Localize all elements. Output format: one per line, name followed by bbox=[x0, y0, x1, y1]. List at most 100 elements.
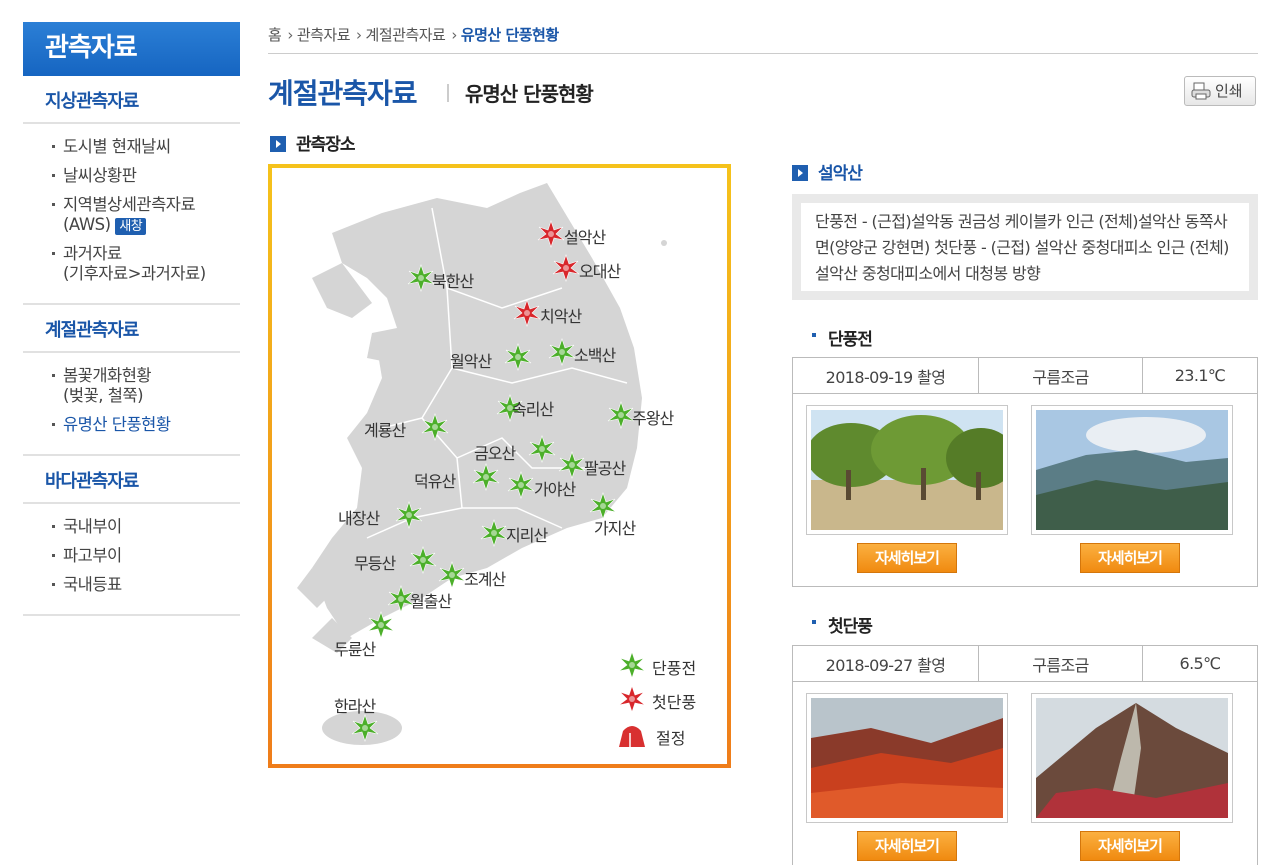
maple-leaf-green-icon[interactable] bbox=[527, 434, 557, 464]
mountain-label[interactable]: 한라산 bbox=[334, 693, 376, 717]
breadcrumb-observation[interactable]: 관측자료 bbox=[297, 26, 351, 44]
maple-leaf-green-icon[interactable] bbox=[547, 337, 577, 367]
sidebar-item-spring-label: 봄꽃개화현황 bbox=[63, 366, 152, 385]
mountain-label[interactable]: 가야산 bbox=[534, 476, 576, 500]
chevron-right-icon: › bbox=[287, 26, 293, 44]
photo-panel-pre-foliage: 자세히보기 자세히보기 bbox=[792, 394, 1258, 587]
sidebar-group-sea[interactable]: 바다관측자료 bbox=[23, 456, 240, 504]
sidebar-group-seasonal[interactable]: 계절관측자료 bbox=[23, 305, 240, 353]
sidebar-item-spring-sub: (벚꽃, 철쭉) bbox=[63, 386, 144, 405]
mountain-label[interactable]: 무등산 bbox=[354, 550, 396, 574]
maple-leaf-green-icon[interactable] bbox=[420, 412, 450, 442]
observation-location-heading: 관측장소 bbox=[270, 130, 356, 155]
chevron-right-icon: › bbox=[356, 26, 362, 44]
maple-leaf-red-icon bbox=[617, 684, 647, 714]
temperature: 23.1℃ bbox=[1142, 357, 1258, 394]
mountain-label[interactable]: 속리산 bbox=[512, 396, 554, 420]
sidebar-item-wave-buoy[interactable]: 파고부이 bbox=[23, 546, 240, 566]
mountain-label[interactable]: 지리산 bbox=[506, 522, 548, 546]
mountain-label[interactable]: 조계산 bbox=[464, 566, 506, 590]
maple-leaf-green-icon[interactable] bbox=[437, 560, 467, 590]
print-button[interactable]: 인쇄 bbox=[1184, 76, 1256, 106]
detail-button-near[interactable]: 자세히보기 bbox=[857, 543, 957, 573]
detail-button-wide[interactable]: 자세히보기 bbox=[1080, 543, 1180, 573]
detail-button-near[interactable]: 자세히보기 bbox=[857, 831, 957, 861]
observation-location-label: 관측장소 bbox=[296, 135, 356, 155]
mountain-label[interactable]: 설악산 bbox=[564, 224, 606, 248]
sidebar-item-spring-flowers[interactable]: 봄꽃개화현황 (벚꽃, 철쭉) bbox=[23, 366, 240, 406]
section-heading-label: 첫단풍 bbox=[828, 617, 873, 637]
photo-trees-image bbox=[811, 410, 1003, 530]
maple-leaf-green-icon bbox=[617, 650, 647, 680]
sidebar-item-autumn-foliage[interactable]: 유명산 단풍현황 bbox=[23, 415, 240, 435]
sidebar-title: 관측자료 bbox=[23, 22, 240, 76]
maple-leaf-green-icon[interactable] bbox=[408, 545, 438, 575]
legend-label: 절정 bbox=[656, 729, 686, 748]
mountain-label[interactable]: 금오산 bbox=[474, 440, 516, 464]
sidebar: 관측자료 지상관측자료 도시별 현재날씨 날씨상황판 지역별상세관측자료 (AWS… bbox=[23, 22, 240, 616]
mountain-label[interactable]: 덕유산 bbox=[414, 468, 456, 492]
sidebar-item-weather-board[interactable]: 날씨상황판 bbox=[23, 166, 240, 186]
maple-leaf-red-icon[interactable] bbox=[536, 219, 566, 249]
maple-leaf-green-icon[interactable] bbox=[394, 500, 424, 530]
mountain-label[interactable]: 월출산 bbox=[410, 588, 452, 612]
info-table-pre-foliage: 2018-09-19 촬영 구름조금 23.1℃ bbox=[792, 357, 1258, 394]
temperature: 6.5℃ bbox=[1142, 645, 1258, 682]
section-arrow-icon bbox=[270, 136, 286, 152]
sidebar-item-past-label: 과거자료 bbox=[63, 244, 122, 263]
maple-leaf-green-icon[interactable] bbox=[479, 518, 509, 548]
sidebar-list-seasonal: 봄꽃개화현황 (벚꽃, 철쭉) 유명산 단풍현황 bbox=[23, 353, 240, 456]
mountain-label[interactable]: 주왕산 bbox=[632, 405, 674, 429]
maple-leaf-green-icon[interactable] bbox=[471, 462, 501, 492]
table-row: 2018-09-27 촬영 구름조금 6.5℃ bbox=[792, 645, 1258, 682]
maple-leaf-red-icon[interactable] bbox=[512, 298, 542, 328]
photo-panel-first-foliage: 자세히보기 자세히보기 bbox=[792, 682, 1258, 865]
mountain-label[interactable]: 오대산 bbox=[579, 258, 621, 282]
title-divider bbox=[447, 84, 449, 102]
breadcrumb-seasonal[interactable]: 계절관측자료 bbox=[366, 26, 446, 44]
sidebar-item-aws-label: 지역별상세관측자료 bbox=[63, 195, 196, 214]
photo-wide[interactable] bbox=[1031, 693, 1233, 823]
description-text: 단풍전 - (근접)설악동 권금성 케이블카 인근 (전체)설악산 동쪽사면(양… bbox=[801, 203, 1249, 291]
mountain-label[interactable]: 북한산 bbox=[432, 268, 474, 292]
page-title: 계절관측자료 bbox=[268, 77, 418, 110]
section-arrow-icon bbox=[792, 165, 808, 181]
sidebar-item-city-weather[interactable]: 도시별 현재날씨 bbox=[23, 137, 240, 157]
maple-leaf-green-icon[interactable] bbox=[503, 342, 533, 372]
sidebar-list-ground: 도시별 현재날씨 날씨상황판 지역별상세관측자료 (AWS) 새창 과거자료 (기후… bbox=[23, 124, 240, 305]
breadcrumb-current: 유명산 단풍현황 bbox=[460, 26, 559, 44]
detail-heading: 설악산 bbox=[792, 159, 863, 184]
legend-label: 첫단풍 bbox=[652, 693, 697, 712]
weather-condition: 구름조금 bbox=[978, 357, 1143, 394]
mountain-label[interactable]: 소백산 bbox=[574, 342, 616, 366]
photo-near[interactable] bbox=[806, 405, 1008, 535]
photo-peak-image bbox=[1036, 698, 1228, 818]
photo-wide[interactable] bbox=[1031, 405, 1233, 535]
sidebar-item-aws[interactable]: 지역별상세관측자료 (AWS) 새창 bbox=[23, 195, 240, 235]
maple-leaf-green-icon[interactable] bbox=[350, 713, 380, 743]
section-heading-first-foliage: 첫단풍 bbox=[812, 612, 873, 637]
mountain-label[interactable]: 치악산 bbox=[540, 303, 582, 327]
sidebar-item-buoy[interactable]: 국내부이 bbox=[23, 517, 240, 537]
maple-leaf-red-icon[interactable] bbox=[551, 253, 581, 283]
maple-leaf-green-icon[interactable] bbox=[506, 470, 536, 500]
printer-icon bbox=[1191, 82, 1211, 100]
mountain-label[interactable]: 계룡산 bbox=[364, 417, 406, 441]
detail-button-wide[interactable]: 자세히보기 bbox=[1080, 831, 1180, 861]
detail-mountain-name: 설악산 bbox=[818, 164, 863, 184]
breadcrumb-home[interactable]: 홈 bbox=[268, 26, 282, 44]
new-window-badge[interactable]: 새창 bbox=[115, 218, 147, 235]
sidebar-list-sea: 국내부이 파고부이 국내등표 bbox=[23, 504, 240, 616]
mountain-label[interactable]: 월악산 bbox=[450, 348, 492, 372]
photo-date: 2018-09-19 촬영 bbox=[792, 357, 979, 394]
photo-red-foliage-image bbox=[811, 698, 1003, 818]
mountain-label[interactable]: 두륜산 bbox=[334, 636, 376, 660]
sidebar-item-past-data[interactable]: 과거자료 (기후자료>과거자료) bbox=[23, 244, 240, 284]
sidebar-group-ground[interactable]: 지상관측자료 bbox=[23, 76, 240, 124]
photo-near[interactable] bbox=[806, 693, 1008, 823]
mountain-label[interactable]: 가지산 bbox=[594, 515, 636, 539]
legend-label: 단풍전 bbox=[652, 659, 697, 678]
sidebar-item-beacon[interactable]: 국내등표 bbox=[23, 575, 240, 595]
mountain-label[interactable]: 내장산 bbox=[338, 505, 380, 529]
mountain-label[interactable]: 팔공산 bbox=[584, 455, 626, 479]
